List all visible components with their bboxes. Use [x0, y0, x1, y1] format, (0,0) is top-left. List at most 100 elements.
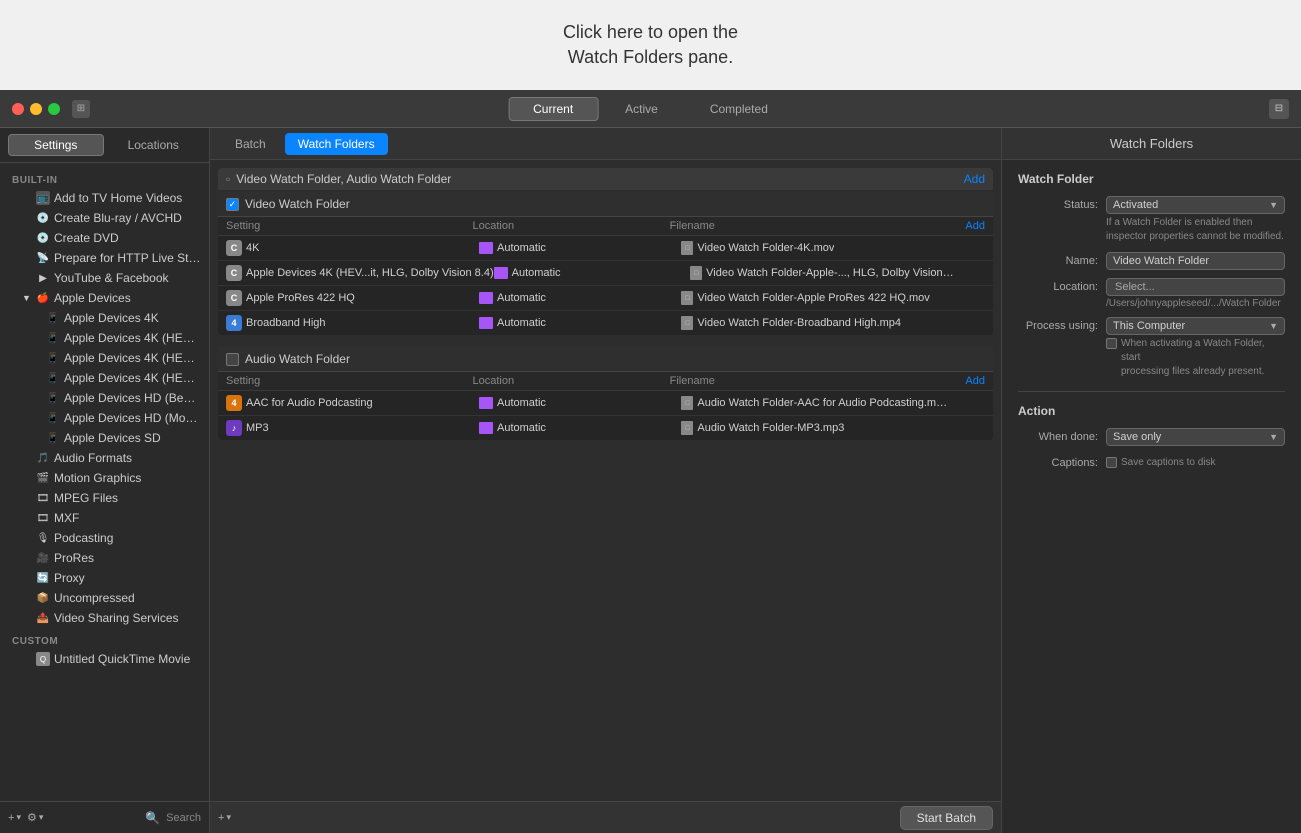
- audio-row-mp3[interactable]: ♪ MP3 Automatic □ Audio Watch Folder-MP3…: [218, 416, 993, 440]
- video-row-broadband[interactable]: 4 Broadband High Automatic □ Video Watch…: [218, 311, 993, 335]
- qt-icon: Q: [36, 652, 50, 666]
- file-icon: □: [690, 266, 702, 280]
- tab-active[interactable]: Active: [600, 97, 683, 121]
- sidebar-item-quicktime[interactable]: Q Untitled QuickTime Movie: [0, 649, 209, 669]
- sidebar-item-youtube[interactable]: ▶ YouTube & Facebook: [0, 268, 209, 288]
- group-header-label: Video Watch Folder, Audio Watch Folder: [236, 172, 957, 186]
- settings-gear-button[interactable]: ⚙ ▾: [27, 811, 43, 824]
- batch-button[interactable]: Batch: [222, 133, 279, 155]
- add-job-button[interactable]: + ▾: [218, 812, 231, 824]
- device-icon: 📱: [46, 411, 60, 425]
- sidebar-item-prores[interactable]: 🎥 ProRes: [0, 548, 209, 568]
- share-icon: ▶: [36, 271, 50, 285]
- process-value: This Computer: [1113, 320, 1185, 332]
- setting-label-broadband: Broadband High: [246, 317, 326, 329]
- when-done-dropdown[interactable]: Save only ▼: [1106, 428, 1285, 446]
- add-preset-button[interactable]: + ▾: [8, 812, 21, 824]
- mpeg-icon: 🎞: [36, 491, 50, 505]
- sidebar-item-label: Video Sharing Services: [54, 611, 201, 625]
- sidebar-item-apple-4k-hevc3[interactable]: 📱 Apple Devices 4K (HEVC...: [0, 368, 209, 388]
- right-panel: Watch Folders Watch Folder Status: Activ…: [1001, 128, 1301, 833]
- sidebar-item-proxy[interactable]: 🔄 Proxy: [0, 568, 209, 588]
- sidebar-item-apple-sd[interactable]: 📱 Apple Devices SD: [0, 428, 209, 448]
- name-row: Name: Video Watch Folder: [1018, 252, 1285, 270]
- sidebar-item-podcasting[interactable]: 🎙 Podcasting: [0, 528, 209, 548]
- process-hint-checkbox[interactable]: [1106, 338, 1117, 349]
- sidebar-item-motion[interactable]: 🎬 Motion Graphics: [0, 468, 209, 488]
- name-field-wrap: Video Watch Folder: [1106, 252, 1285, 270]
- status-dropdown[interactable]: Activated ▼: [1106, 196, 1285, 214]
- process-hint-row: When activating a Watch Folder, start pr…: [1106, 337, 1285, 379]
- content-area: Settings Locations BUILT-IN 📺 Add to TV …: [0, 128, 1301, 833]
- layout-icon[interactable]: ⊟: [1269, 99, 1289, 119]
- plus-icon: +: [218, 812, 224, 824]
- sidebar-item-apple-4k-hevc2[interactable]: 📱 Apple Devices 4K (HEVC...: [0, 348, 209, 368]
- setting-icon-4k: C: [226, 240, 242, 256]
- tab-completed[interactable]: Completed: [685, 97, 793, 121]
- video-table-add-button[interactable]: Add: [965, 220, 985, 232]
- sidebar-item-add-tv[interactable]: 📺 Add to TV Home Videos: [0, 188, 209, 208]
- name-input[interactable]: Video Watch Folder: [1106, 252, 1285, 270]
- location-folder-icon: [479, 397, 493, 409]
- sidebar-item-video-sharing[interactable]: 📤 Video Sharing Services: [0, 608, 209, 628]
- video-row-prores[interactable]: C Apple ProRes 422 HQ Automatic □ Video …: [218, 286, 993, 311]
- chevron-down-icon: ▾: [16, 812, 21, 823]
- process-row: Process using: This Computer ▼ When acti…: [1018, 317, 1285, 379]
- sidebar-item-apple-devices[interactable]: ▼ 🍎 Apple Devices: [0, 288, 209, 308]
- video-section-checkbox[interactable]: ✓: [226, 198, 239, 211]
- sidebar-item-http[interactable]: 📡 Prepare for HTTP Live Strea...: [0, 248, 209, 268]
- watch-folders-button[interactable]: Watch Folders: [285, 133, 388, 155]
- wf-group-header: ▫ Video Watch Folder, Audio Watch Folder…: [218, 168, 993, 190]
- audio-watch-folder-table: Setting Location Filename Add 4 AAC for …: [218, 372, 993, 440]
- close-button[interactable]: [12, 103, 24, 115]
- process-dropdown[interactable]: This Computer ▼: [1106, 317, 1285, 335]
- location-folder-icon: [479, 422, 493, 434]
- audio-row-aac[interactable]: 4 AAC for Audio Podcasting Automatic □ A…: [218, 391, 993, 416]
- sidebar-item-apple-4k[interactable]: 📱 Apple Devices 4K: [0, 308, 209, 328]
- location-row: Location: Select... /Users/johnyapplesee…: [1018, 278, 1285, 309]
- captions-checkbox[interactable]: [1106, 457, 1117, 468]
- sidebar-item-dvd[interactable]: 💿 Create DVD: [0, 228, 209, 248]
- setting-label-mp3: MP3: [246, 422, 269, 434]
- video-row-apple-4k[interactable]: C Apple Devices 4K (HEV...it, HLG, Dolby…: [218, 261, 993, 286]
- sidebar-item-apple-hd-most[interactable]: 📱 Apple Devices HD (Most...: [0, 408, 209, 428]
- minimize-button[interactable]: [30, 103, 42, 115]
- fullscreen-button[interactable]: [48, 103, 60, 115]
- audio-table-header: Setting Location Filename Add: [218, 372, 993, 391]
- process-hint-text: When activating a Watch Folder, start pr…: [1121, 337, 1285, 379]
- sidebar-tab-locations[interactable]: Locations: [106, 134, 202, 156]
- start-batch-button[interactable]: Start Batch: [900, 806, 993, 830]
- sidebar-item-uncompressed[interactable]: 📦 Uncompressed: [0, 588, 209, 608]
- header-setting: Setting: [226, 375, 472, 387]
- location-text-mp3: Automatic: [497, 422, 546, 434]
- setting-icon-prores: C: [226, 290, 242, 306]
- when-done-value: Save only: [1113, 431, 1161, 443]
- sidebar-item-audio[interactable]: 🎵 Audio Formats: [0, 448, 209, 468]
- video-section-header: ✓ Video Watch Folder: [218, 192, 993, 217]
- group-add-button[interactable]: Add: [964, 172, 985, 186]
- sidebar-item-label: Apple Devices 4K (HEVC...: [64, 351, 201, 365]
- sidebar-item-bluray[interactable]: 💿 Create Blu-ray / AVCHD: [0, 208, 209, 228]
- app-window: ⊞ Current Active Completed ⊟ Settings Lo…: [0, 90, 1301, 833]
- search-input[interactable]: Search: [166, 812, 201, 824]
- status-field-wrap: Activated ▼ If a Watch Folder is enabled…: [1106, 196, 1285, 244]
- tooltip-line2: Watch Folders pane.: [568, 45, 733, 70]
- sidebar-item-mxf[interactable]: 🎞 MXF: [0, 508, 209, 528]
- sidebar-item-apple-hd-best[interactable]: 📱 Apple Devices HD (Best...: [0, 388, 209, 408]
- sidebar-item-mpeg[interactable]: 🎞 MPEG Files: [0, 488, 209, 508]
- dropdown-arrow-icon: ▼: [1269, 200, 1278, 210]
- tab-current[interactable]: Current: [508, 97, 598, 121]
- sidebar-item-apple-4k-hevc1[interactable]: 📱 Apple Devices 4K (HEVC...: [0, 328, 209, 348]
- location-path: /Users/johnyappleseed/.../Watch Folder: [1106, 298, 1285, 309]
- sidebar-item-label: Apple Devices SD: [64, 431, 201, 445]
- dvd-icon: 💿: [36, 231, 50, 245]
- location-select-button[interactable]: Select...: [1106, 278, 1285, 296]
- video-row-4k[interactable]: C 4K Automatic □ Video Watch Folder-4K.m…: [218, 236, 993, 261]
- sidebar-tab-settings[interactable]: Settings: [8, 134, 104, 156]
- captions-field-wrap: Save captions to disk: [1106, 454, 1285, 470]
- setting-label-prores: Apple ProRes 422 HQ: [246, 292, 355, 304]
- audio-table-add-button[interactable]: Add: [965, 375, 985, 387]
- audio-section-checkbox[interactable]: [226, 353, 239, 366]
- sidebar-bottom: + ▾ ⚙ ▾ 🔍 Search: [0, 801, 209, 833]
- sidebar-item-label: ProRes: [54, 551, 201, 565]
